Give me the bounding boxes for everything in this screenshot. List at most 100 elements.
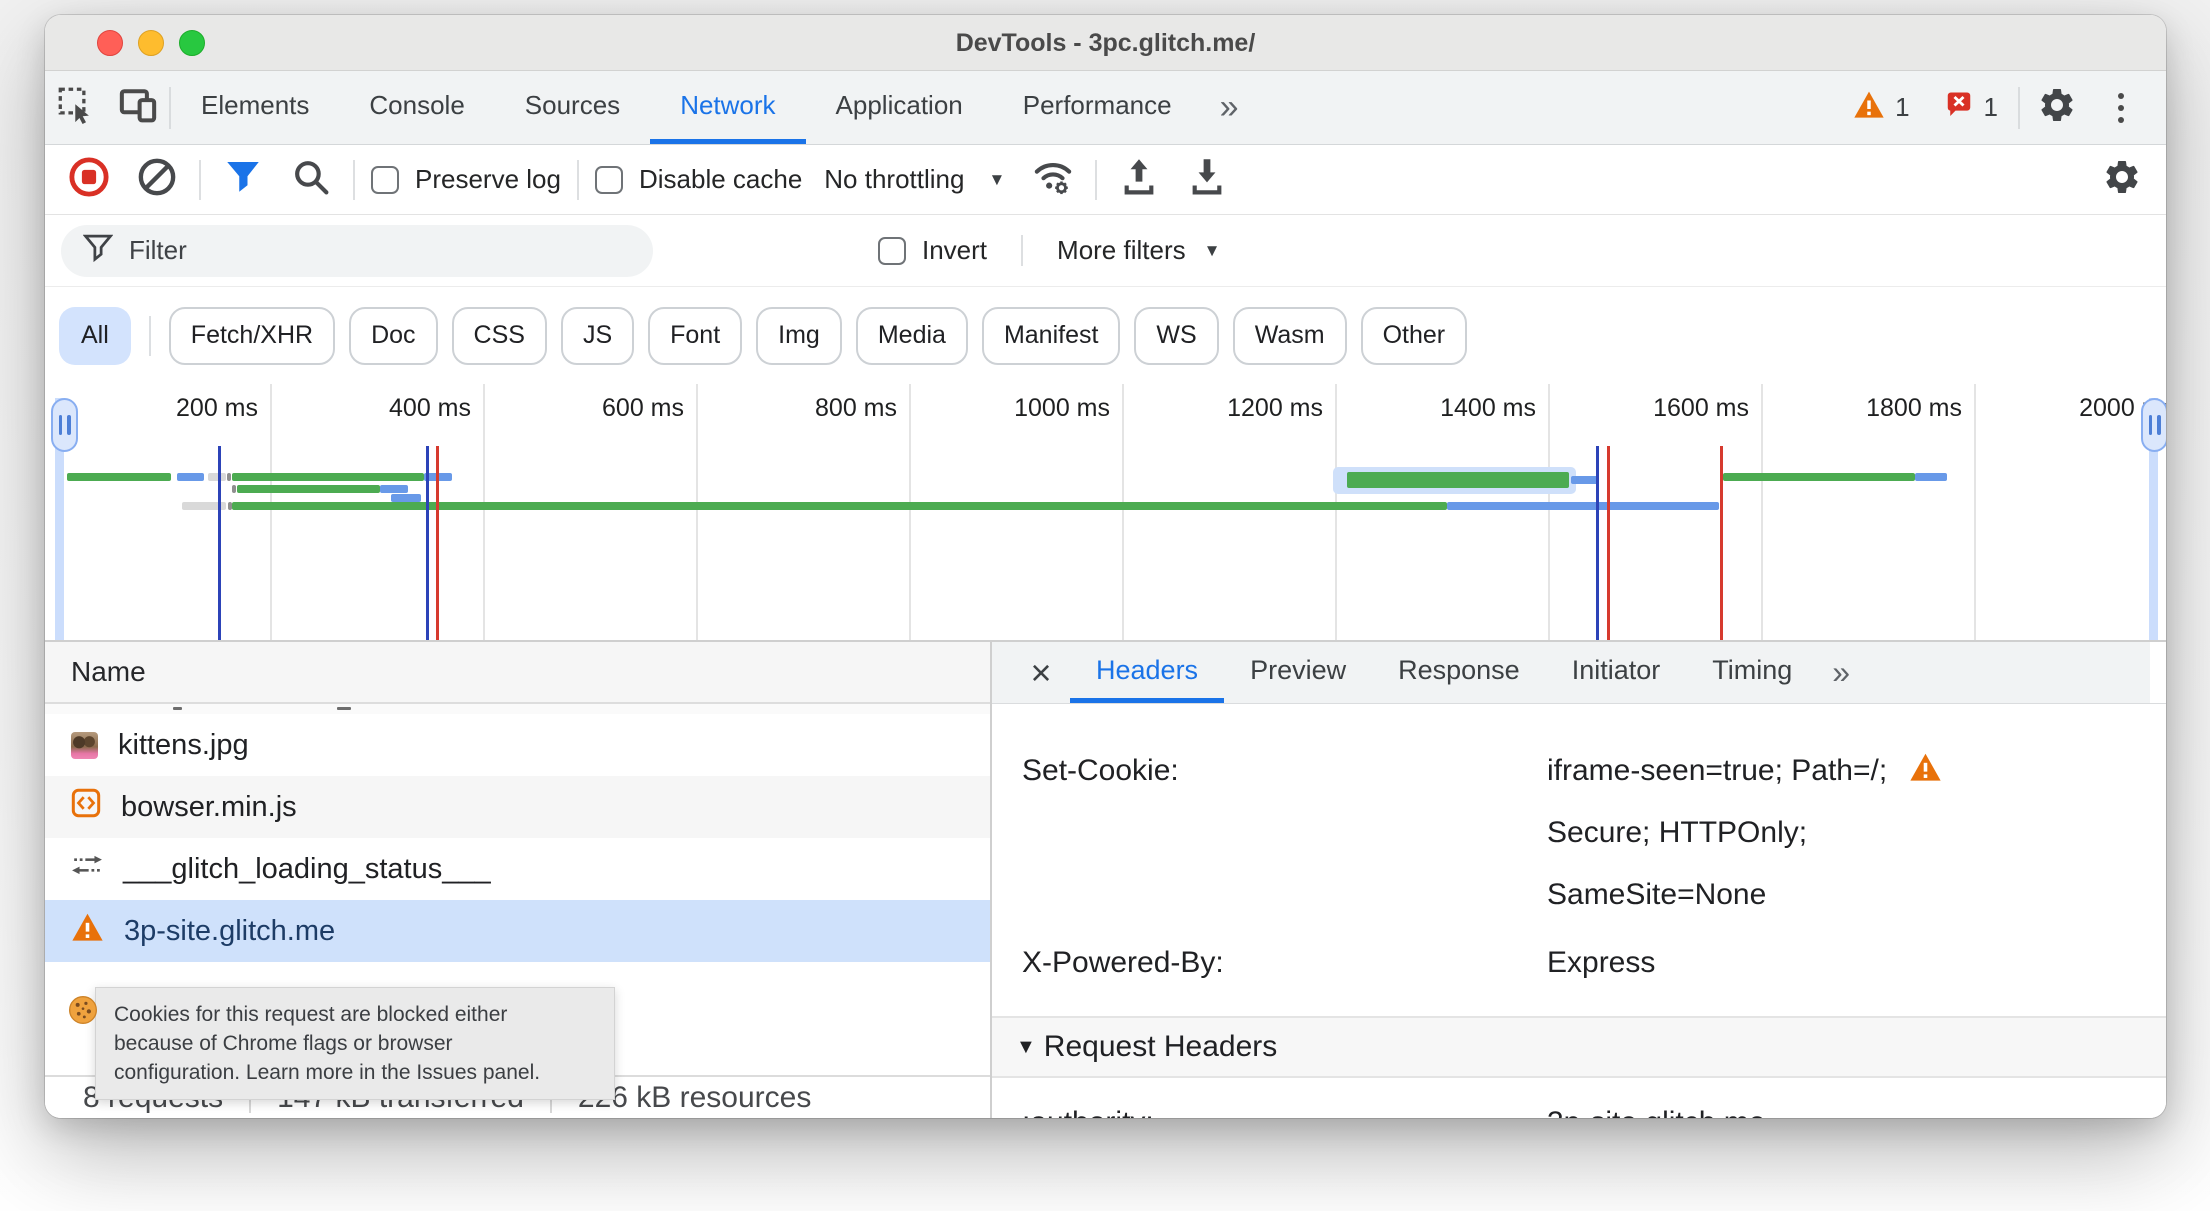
- error-count: 1: [1983, 92, 1998, 122]
- disable-cache-label: Disable cache: [638, 164, 803, 194]
- chip-wasm[interactable]: Wasm: [1232, 306, 1347, 365]
- tab-console[interactable]: Console: [339, 71, 494, 144]
- tab-elements[interactable]: Elements: [171, 71, 339, 144]
- request-headers-section[interactable]: ▼ Request Headers: [992, 1016, 2166, 1078]
- chip-manifest[interactable]: Manifest: [981, 306, 1121, 365]
- close-icon: ×: [1030, 651, 1052, 693]
- divider: [148, 315, 151, 356]
- disable-cache-checkbox[interactable]: [594, 165, 623, 194]
- name-column-header[interactable]: Name: [45, 642, 990, 704]
- header-name: X-Powered-By:: [1022, 946, 1224, 979]
- filter-toggle-button[interactable]: [217, 154, 269, 206]
- cookie-blocked-tooltip: Cookies for this request are blocked eit…: [95, 987, 615, 1100]
- warnings-indicator[interactable]: 1: [1839, 90, 1923, 125]
- device-toolbar-button[interactable]: [107, 71, 169, 144]
- chip-media[interactable]: Media: [855, 306, 968, 365]
- tab-preview[interactable]: Preview: [1224, 642, 1372, 703]
- request-row-kittens[interactable]: kittens.jpg: [45, 714, 990, 776]
- customize-devtools-button[interactable]: [2094, 81, 2148, 135]
- tab-initiator[interactable]: Initiator: [1546, 642, 1687, 703]
- network-overview-timeline[interactable]: 200 ms 400 ms 600 ms 800 ms 1000 ms 1200 ms 14…: [45, 384, 2166, 640]
- load-event-marker: [1720, 446, 1723, 640]
- request-row-3p-site[interactable]: 3p-site.glitch.me: [45, 900, 990, 962]
- clear-network-log-button[interactable]: [131, 154, 183, 206]
- network-settings-button[interactable]: [2096, 154, 2148, 206]
- header-value: 3p-site.glitch.me: [1547, 1106, 1765, 1118]
- divider: [1095, 159, 1098, 200]
- domcontentloaded-marker: [218, 446, 221, 640]
- request-row-bowser[interactable]: bowser.min.js: [45, 776, 990, 838]
- waterfall-bar: [208, 473, 226, 481]
- settings-button[interactable]: [2026, 85, 2088, 130]
- errors-indicator[interactable]: 1: [1930, 90, 2012, 125]
- tab-headers[interactable]: Headers: [1070, 642, 1225, 703]
- invert-filter[interactable]: Invert: [878, 235, 987, 266]
- export-har-button[interactable]: [1181, 154, 1233, 206]
- chip-doc[interactable]: Doc: [349, 306, 438, 365]
- gear-icon: [2102, 157, 2142, 202]
- waterfall-bar: [227, 473, 231, 481]
- tab-response[interactable]: Response: [1372, 642, 1546, 703]
- record-icon: [68, 156, 110, 203]
- more-filters-dropdown[interactable]: More filters ▼: [1021, 235, 1220, 266]
- load-event-marker: [1607, 446, 1610, 640]
- clipped-request-row: [45, 704, 990, 714]
- invert-label: Invert: [922, 235, 988, 265]
- grid-line: [696, 384, 698, 640]
- chevron-double-icon: »: [1832, 654, 1851, 690]
- time-tick-label: 1200 ms: [1227, 394, 1323, 422]
- tab-timing[interactable]: Timing: [1686, 642, 1818, 703]
- more-tabs-button[interactable]: »: [1202, 71, 1257, 144]
- search-button[interactable]: [285, 154, 337, 206]
- tab-network[interactable]: Network: [650, 71, 806, 144]
- request-table: Name kittens.jpg bowser.min.js ___glitch…: [45, 642, 990, 1118]
- invert-checkbox[interactable]: [878, 236, 906, 265]
- caret-down-icon: ▼: [988, 169, 1006, 189]
- wifi-gear-icon: [1031, 157, 1075, 202]
- tab-application[interactable]: Application: [806, 71, 993, 144]
- import-har-button[interactable]: [1113, 154, 1165, 206]
- titlebar: DevTools - 3pc.glitch.me/: [45, 15, 2166, 71]
- cookie-warning-icon[interactable]: [1909, 752, 1942, 791]
- inspect-element-button[interactable]: [45, 71, 107, 144]
- network-conditions-button[interactable]: [1027, 154, 1079, 206]
- caret-down-icon: ▼: [1203, 240, 1221, 260]
- chip-fetch-xhr[interactable]: Fetch/XHR: [168, 306, 336, 365]
- timeline-right-handle[interactable]: [2141, 398, 2166, 452]
- time-tick-label: 600 ms: [602, 394, 684, 422]
- chip-js[interactable]: JS: [560, 306, 635, 365]
- inspect-cursor-icon: [56, 85, 96, 130]
- divider: [353, 159, 355, 200]
- image-thumbnail: [71, 731, 98, 759]
- request-row-glitch-loading-status[interactable]: ___glitch_loading_status___: [45, 838, 990, 900]
- preserve-log-checkbox[interactable]: [371, 165, 399, 194]
- waterfall-bar: [237, 485, 380, 493]
- chip-font[interactable]: Font: [648, 306, 743, 365]
- time-tick-label: 200 ms: [176, 394, 258, 422]
- grid-line: [270, 384, 272, 640]
- header-value: SameSite=None: [1547, 878, 1767, 911]
- preserve-log-label: Preserve log: [415, 164, 561, 194]
- record-network-log-button[interactable]: [63, 154, 115, 206]
- error-badge-icon: [1944, 90, 1974, 125]
- waterfall-bar: [177, 473, 204, 481]
- tab-performance[interactable]: Performance: [993, 71, 1202, 144]
- time-tick-label: 1400 ms: [1440, 394, 1536, 422]
- chip-all[interactable]: All: [59, 306, 131, 365]
- gear-icon: [2037, 85, 2077, 130]
- chip-img[interactable]: Img: [756, 306, 842, 365]
- throttling-dropdown[interactable]: No throttling ▼: [818, 164, 1011, 195]
- xhr-icon: [71, 851, 103, 887]
- waterfall-bar: [1447, 502, 1719, 510]
- waterfall-bar: [1915, 473, 1947, 481]
- chip-ws[interactable]: WS: [1134, 306, 1219, 365]
- timeline-left-handle[interactable]: [51, 398, 78, 452]
- chip-other[interactable]: Other: [1360, 306, 1468, 365]
- chip-css[interactable]: CSS: [451, 306, 547, 365]
- filter-input[interactable]: Filter: [61, 224, 653, 277]
- load-event-marker: [436, 446, 439, 640]
- more-details-tabs-button[interactable]: »: [1818, 642, 1864, 703]
- close-details-button[interactable]: ×: [1012, 642, 1070, 703]
- waterfall-bar: [232, 502, 1447, 510]
- tab-sources[interactable]: Sources: [495, 71, 650, 144]
